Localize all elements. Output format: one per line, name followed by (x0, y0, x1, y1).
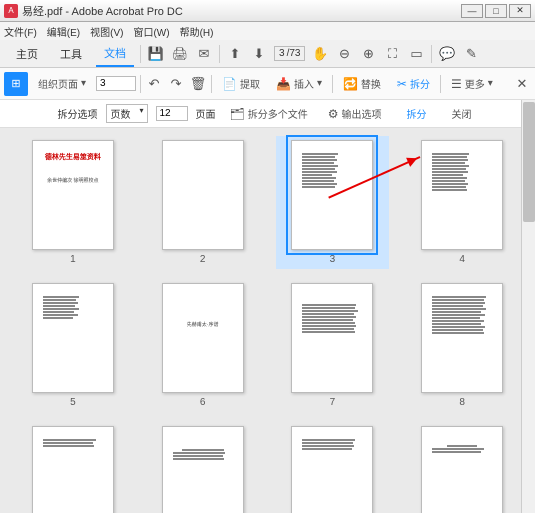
output-options-button[interactable]: ⚙输出选项 (322, 103, 388, 124)
menu-window[interactable]: 窗口(W) (133, 24, 169, 39)
sign-icon[interactable]: ✎ (462, 45, 480, 63)
page-number: 7 (330, 397, 336, 408)
separator (431, 45, 432, 63)
page-thumb[interactable]: 8 (409, 283, 515, 408)
page-number: 2 (200, 254, 206, 265)
page-thumb[interactable]: 5 (20, 283, 126, 408)
separator (140, 45, 141, 63)
separator (440, 75, 441, 93)
scissors-icon: ✂ (397, 77, 407, 91)
print-icon[interactable]: 🖨 (171, 45, 189, 63)
page-thumb[interactable]: 12 (409, 426, 515, 513)
minimize-button[interactable]: — (461, 4, 483, 18)
maximize-button[interactable]: □ (485, 4, 507, 18)
insert-button[interactable]: 📥插入▾ (270, 73, 328, 94)
page-thumb[interactable]: 德林先生易筮资料余世仲编次 徐明照校点 1 (20, 140, 126, 265)
tab-home[interactable]: 主页 (8, 42, 46, 66)
fit-icon[interactable]: ⛶ (383, 45, 401, 63)
page-thumb[interactable]: 2 (150, 140, 256, 265)
page-number: 5 (70, 397, 76, 408)
split-count-input[interactable] (156, 106, 188, 121)
view-icon[interactable]: ▭ (407, 45, 425, 63)
pages-label: 页面 (196, 106, 216, 121)
rotate-right-icon[interactable]: ↷ (167, 75, 185, 93)
page-thumb[interactable]: 先赫甫太·序谱 6 (150, 283, 256, 408)
page-thumb[interactable]: 4 (409, 140, 515, 265)
separator (332, 75, 333, 93)
insert-icon: 📥 (276, 77, 291, 91)
extract-icon: 📄 (222, 77, 237, 91)
window-title: 易经.pdf - Adobe Acrobat Pro DC (22, 3, 459, 19)
thumbnail-area: 德林先生易筮资料余世仲编次 徐明照校点 1 2 3 4 5 先赫甫太·序谱 6 … (0, 128, 535, 513)
gear-icon: ⚙ (328, 107, 339, 121)
menu-edit[interactable]: 编辑(E) (47, 24, 80, 39)
scrollbar[interactable] (521, 100, 535, 513)
page-total: /73 (287, 48, 301, 59)
zoom-out-icon[interactable]: ⊖ (335, 45, 353, 63)
page-thumb-selected[interactable]: 3 (276, 136, 390, 269)
split-multi-button[interactable]: 🗂拆分多个文件 (224, 103, 314, 124)
scroll-thumb[interactable] (523, 102, 535, 222)
split-mode-select[interactable]: 页数 (106, 104, 148, 123)
page-thumb[interactable]: 7 (280, 283, 386, 408)
menu-view[interactable]: 视图(V) (90, 24, 123, 39)
tab-tools[interactable]: 工具 (52, 42, 90, 66)
more-button[interactable]: ☰更多▾ (445, 73, 499, 94)
separator (211, 75, 212, 93)
files-icon: 🗂 (230, 107, 245, 121)
separator (219, 45, 220, 63)
close-split-button[interactable]: 关闭 (446, 103, 478, 124)
tab-document[interactable]: 文档 (96, 41, 134, 67)
do-split-button[interactable]: 拆分 (396, 103, 438, 124)
page-thumb[interactable]: 11 (280, 426, 386, 513)
rotate-left-icon[interactable]: ↶ (145, 75, 163, 93)
page-thumb[interactable]: 9 (20, 426, 126, 513)
page-thumb[interactable]: 10 (150, 426, 256, 513)
page-up-icon[interactable]: ⬆ (226, 45, 244, 63)
replace-button[interactable]: 🔁替换 (337, 73, 387, 94)
page-number: 1 (70, 254, 76, 265)
page-number: 8 (459, 397, 465, 408)
menu-help[interactable]: 帮助(H) (180, 24, 214, 39)
hand-icon[interactable]: ✋ (311, 45, 329, 63)
save-icon[interactable]: 💾 (147, 45, 165, 63)
more-icon: ☰ (451, 77, 462, 91)
zoom-in-icon[interactable]: ⊕ (359, 45, 377, 63)
organize-dropdown[interactable]: 组织页面 ▾ (32, 73, 92, 94)
page-down-icon[interactable]: ⬇ (250, 45, 268, 63)
separator (140, 75, 141, 93)
app-icon: A (4, 4, 18, 18)
mail-icon[interactable]: ✉ (195, 45, 213, 63)
page-number: 3 (330, 254, 336, 265)
comment-icon[interactable]: 💬 (438, 45, 456, 63)
page-indicator[interactable]: 3 /73 (274, 46, 305, 61)
organize-icon: ⊞ (4, 72, 28, 96)
close-button[interactable]: ✕ (509, 4, 531, 18)
page-input[interactable] (96, 76, 136, 91)
close-panel-icon[interactable]: ✕ (513, 75, 531, 93)
split-option-label: 拆分选项 (58, 106, 98, 121)
split-button[interactable]: ✂拆分 (391, 73, 436, 94)
replace-icon: 🔁 (343, 77, 358, 91)
menu-file[interactable]: 文件(F) (4, 24, 37, 39)
delete-icon[interactable]: 🗑 (189, 75, 207, 93)
page-number: 4 (459, 254, 465, 265)
page-current: 3 (279, 48, 285, 59)
page-number: 6 (200, 397, 206, 408)
extract-button[interactable]: 📄提取 (216, 73, 266, 94)
